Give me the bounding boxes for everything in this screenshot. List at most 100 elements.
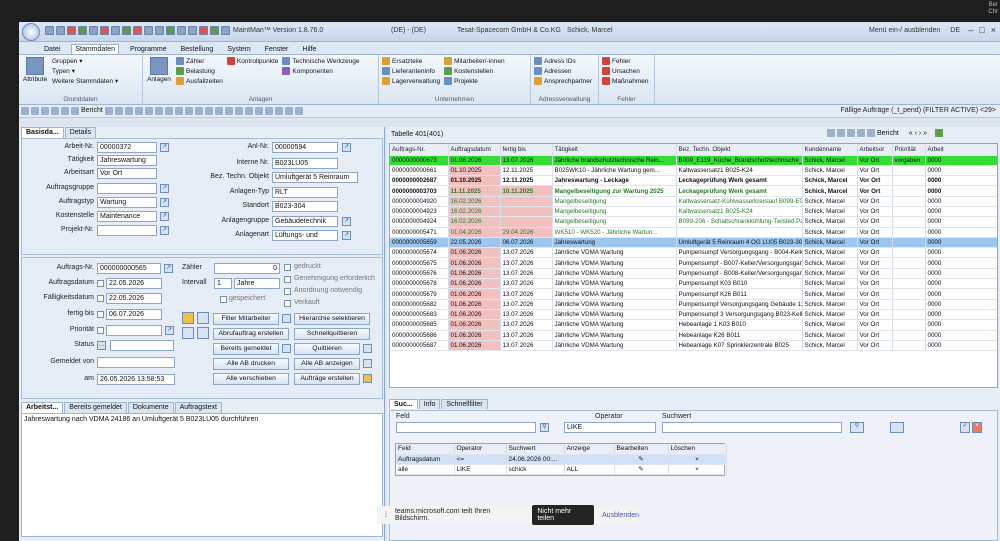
tab-details[interactable]: Details — [64, 127, 97, 138]
open-link-icon[interactable]: ↗ — [165, 326, 174, 335]
qa-icon[interactable] — [67, 26, 76, 35]
qa-icon[interactable] — [188, 26, 197, 35]
close-icon[interactable]: × — [991, 25, 996, 35]
grid-bericht-button[interactable]: Bericht — [877, 130, 899, 137]
minimize-icon[interactable]: – — [968, 25, 973, 35]
table-row[interactable]: 0000000004920 16.02.2026 Mangelbeseitigung… — [390, 196, 997, 207]
grid-nav-arrows[interactable]: « ‹ › » — [909, 130, 927, 137]
schnellquittieren-button[interactable]: Schnellquittieren — [294, 328, 370, 340]
intervall-unit-select[interactable]: Jahre — [234, 278, 280, 289]
genehmigung-checkbox[interactable] — [284, 276, 291, 283]
am-field[interactable]: 26.05.2026 13:58:53 — [97, 374, 175, 385]
document-icon[interactable] — [182, 327, 194, 339]
filter-row[interactable]: alle LIKE schick ALL ✎ × — [396, 464, 727, 475]
ribbon-komponenten[interactable]: Komponenten — [282, 67, 359, 75]
toolbar-icon[interactable] — [61, 107, 69, 115]
menu-stammdaten[interactable]: Stammdaten — [71, 44, 120, 54]
ribbon-weitere-stammdaten[interactable]: Weitere Stammdaten ▾ — [52, 77, 118, 86]
qa-icon[interactable] — [122, 26, 131, 35]
status-ellipsis-button[interactable]: … — [97, 341, 106, 350]
toolbar-icon[interactable] — [134, 107, 143, 115]
menu-datei[interactable]: Datei — [41, 45, 63, 54]
toolbar-icon[interactable] — [21, 107, 29, 115]
auftraege-erstellen-button[interactable]: Aufträge erstellen — [294, 373, 360, 385]
qa-icon[interactable] — [100, 26, 109, 35]
delete-row-icon[interactable]: × — [668, 454, 727, 465]
language-select[interactable]: DE — [950, 27, 960, 34]
drag-handle-icon[interactable]: ⁞ — [385, 512, 387, 519]
ribbon-adress-ids[interactable]: Adress IDs — [534, 57, 592, 65]
app-orb-button[interactable] — [22, 23, 40, 41]
ribbon-lagerverwaltung[interactable]: Lagerverwaltung — [382, 77, 440, 85]
key-icon[interactable] — [182, 312, 194, 324]
auftraege-erstellen-icon[interactable] — [363, 374, 372, 383]
alle-ab-anzeigen-button[interactable]: Alle AB anzeigen — [294, 358, 360, 370]
intervall-number-field[interactable]: 1 — [214, 278, 232, 289]
grid-tool-icon[interactable] — [857, 129, 865, 137]
qa-icon[interactable] — [89, 26, 98, 35]
open-link-icon[interactable]: ↗ — [160, 212, 169, 221]
ribbon-ursachen[interactable]: Ursachen — [602, 67, 649, 75]
auftragstyp-field[interactable]: Wartung — [97, 197, 157, 208]
anlagen-button[interactable]: Anlagen — [146, 57, 172, 94]
bereits-gemeldet-icon[interactable] — [282, 344, 291, 353]
toolbar-icon[interactable] — [144, 107, 153, 115]
qa-icon[interactable] — [56, 26, 65, 35]
tab-basisdaten[interactable]: Basisda... — [21, 127, 64, 138]
column-header[interactable]: Kundenname — [802, 144, 858, 156]
gemeldet-von-field[interactable] — [97, 357, 175, 368]
edit-filter-icon[interactable]: ✎ — [614, 464, 669, 475]
qa-icon[interactable] — [221, 26, 230, 35]
kostenstelle-field[interactable]: Maintenance — [97, 211, 157, 222]
status-field[interactable] — [110, 340, 174, 351]
bereits-gemeldet-button[interactable]: Bereits gemeldet — [213, 343, 279, 355]
filter-row[interactable]: Auftragsdatum <= 24.06.2026 00:... ✎ × — [396, 454, 727, 465]
menu-bestellung[interactable]: Bestellung — [178, 45, 217, 54]
hide-share-bar-link[interactable]: Ausblenden — [602, 512, 639, 519]
column-header[interactable]: fertig bis — [500, 144, 553, 156]
table-row[interactable]: 0000000004923 16.02.2026 Mangelbeseitigung… — [390, 206, 997, 218]
arbeitstext-textarea[interactable]: Jahreswartung nach VDMA 24186 an Umluftg… — [21, 413, 383, 537]
menu-fenster[interactable]: Fenster — [262, 45, 292, 54]
qa-icon[interactable] — [155, 26, 164, 35]
fertig-bis-field[interactable]: 06.07.2026 — [106, 309, 162, 320]
toolbar-icon[interactable] — [114, 107, 123, 115]
toolbar-icon[interactable] — [224, 107, 233, 115]
auftragsdatum-checkbox[interactable] — [97, 280, 104, 287]
toolbar-icon[interactable] — [124, 107, 133, 115]
anlagen-typ-field[interactable]: RLT — [272, 187, 338, 198]
open-link-icon[interactable]: ↗ — [164, 264, 173, 273]
toolbar-icon[interactable] — [294, 107, 303, 115]
check-icon[interactable]: ✓ — [960, 422, 970, 433]
table-row[interactable]: 0000000003703 11.11.2025 10.11.2025 Mangelb… — [390, 185, 997, 197]
filter-mitarbeiter-button[interactable]: Filter Mitarbeiter — [213, 313, 279, 325]
prioritaet-field[interactable] — [106, 325, 162, 336]
ribbon-ausfallzeiten[interactable]: Ausfallzeiten — [176, 77, 223, 85]
toolbar-icon[interactable] — [184, 107, 193, 115]
toolbar-icon[interactable] — [234, 107, 243, 115]
ribbon-lieferanteninfo[interactable]: Lieferanteninfo — [382, 67, 440, 75]
table-row[interactable]: 0000000005471 01.04.2026 29.04.2026 WK510 -… — [390, 227, 997, 238]
anlagenart-field[interactable]: Lüftungs- und — [272, 230, 338, 241]
auftragsgruppe-field[interactable] — [97, 183, 157, 194]
attribute-button[interactable]: Attribute — [22, 57, 48, 94]
table-row[interactable]: 0000000005679 01.06.2026 13.07.2026 Jährlic… — [390, 288, 997, 300]
ribbon-gruppen[interactable]: Gruppen ▾ — [52, 57, 118, 66]
toolbar-icon[interactable] — [41, 107, 49, 115]
toolbar-icon[interactable] — [104, 107, 113, 115]
menu-system[interactable]: System — [224, 45, 253, 54]
qa-icon[interactable] — [111, 26, 120, 35]
table-row[interactable]: 0000000005686 01.06.2026 13.07.2026 Jährlic… — [390, 330, 997, 341]
qa-icon[interactable] — [166, 26, 175, 35]
ribbon-projekte[interactable]: Projekte — [444, 77, 505, 85]
gedruckt-checkbox[interactable] — [284, 264, 291, 271]
arbeitsart-field[interactable]: Vor Ort — [97, 168, 157, 179]
table-row[interactable]: 0000000005683 01.06.2026 13.07.2026 Jährlic… — [390, 309, 997, 321]
column-header[interactable]: Auftrags-Nr. — [390, 144, 449, 156]
table-row[interactable]: 0000000005675 01.06.2026 13.07.2026 Jährlic… — [390, 257, 997, 269]
bez-techn-field[interactable]: Umluftgerät 5 Reinraum — [272, 172, 358, 183]
quittieren-icon[interactable] — [363, 344, 372, 353]
column-header[interactable]: Bez. Techn. Objekt — [676, 144, 803, 156]
table-row[interactable]: 0000000004924 16.02.2026 Mangelbeseitigung… — [390, 216, 997, 228]
prioritaet-checkbox[interactable] — [97, 327, 104, 334]
